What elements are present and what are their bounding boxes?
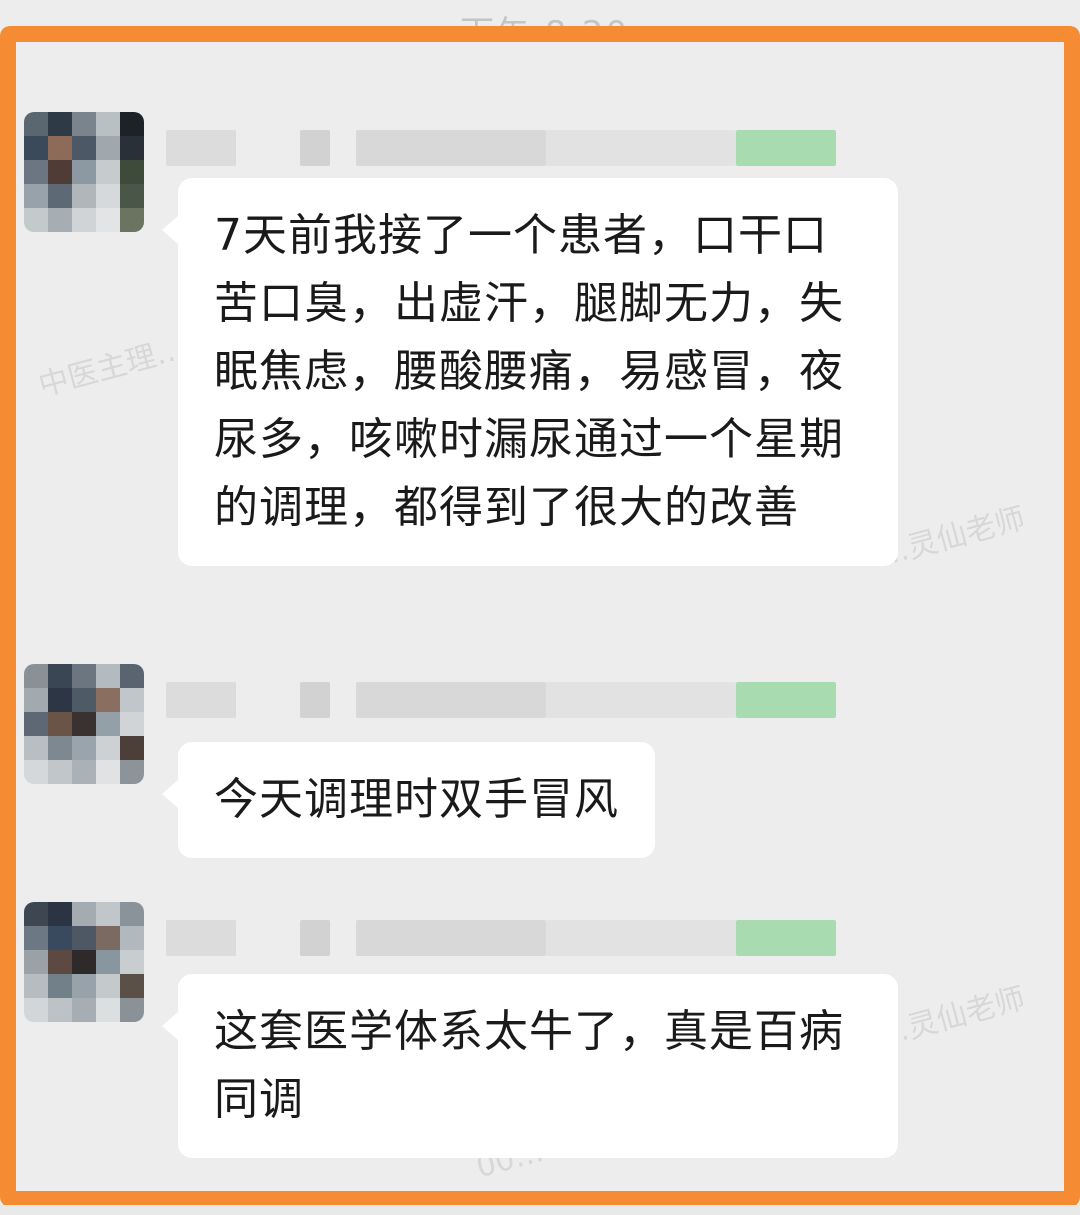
message-bubble[interactable]: 今天调理时双手冒风 (162, 742, 655, 858)
avatar[interactable] (24, 902, 144, 1022)
avatar[interactable] (24, 112, 144, 232)
chat-message: 这套医学体系太牛了，真是百病同调 (16, 902, 1064, 1182)
message-bubble[interactable]: 这套医学体系太牛了，真是百病同调 (162, 974, 898, 1158)
chat-screenshot-frame: 中医主理… …灵仙老师 …灵仙老师 00… 7天前我接了一个患者，口干口苦口臭，… (0, 26, 1080, 1207)
bottom-edge (0, 1205, 1080, 1215)
chat-message: 7天前我接了一个患者，口干口苦口臭，出虚汗，腿脚无力，失眠焦虑，腰酸腰痛，易感冒… (16, 112, 1064, 632)
message-bubble[interactable]: 7天前我接了一个患者，口干口苦口臭，出虚汗，腿脚无力，失眠焦虑，腰酸腰痛，易感冒… (162, 178, 898, 566)
chat-message: 今天调理时双手冒风 (16, 664, 1064, 864)
avatar[interactable] (24, 664, 144, 784)
